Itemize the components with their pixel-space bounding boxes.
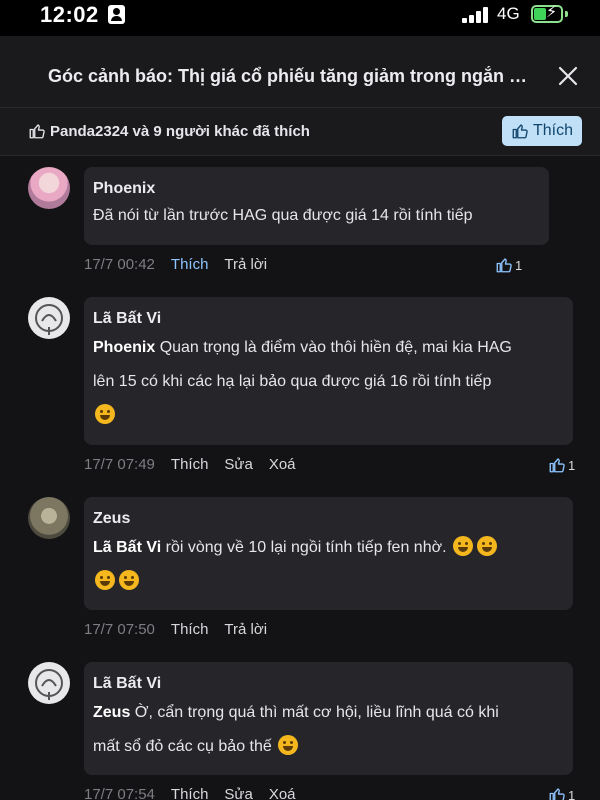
mention[interactable]: Zeus — [93, 704, 130, 721]
comment-author[interactable]: Zeus — [93, 509, 564, 529]
thumbs-up-icon — [29, 124, 45, 139]
delete-action[interactable]: Xoá — [269, 786, 296, 800]
comment-time: 17/7 07:49 — [84, 456, 155, 473]
like-action[interactable]: Thích — [171, 621, 209, 638]
comment-text: Phoenix Quan trọng là điểm vào thôi hiền… — [93, 331, 564, 433]
like-action[interactable]: Thích — [171, 456, 209, 473]
comment-text: Zeus Ờ, cẩn trọng quá thì mất cơ hội, li… — [93, 704, 499, 755]
like-count-value: 1 — [568, 457, 576, 473]
battery-cap — [565, 11, 568, 17]
comment-bubble: Zeus Lã Bất Vi rồi vòng về 10 lại ngồi t… — [84, 497, 573, 610]
comment-bubble: Phoenix Đã nói từ lần trước HAG qua được… — [84, 167, 549, 245]
signal-icon — [462, 7, 490, 23]
comment-time: 17/7 07:50 — [84, 621, 155, 638]
like-button-label: Thích — [532, 122, 573, 139]
comment-meta: 17/7 07:50 Thích Trả lời — [84, 621, 267, 638]
network-type: 4G — [497, 4, 520, 23]
like-count-value: 1 — [515, 257, 523, 273]
avatar[interactable] — [28, 297, 70, 339]
close-icon[interactable] — [556, 64, 580, 88]
comment-author[interactable]: Phoenix — [93, 179, 540, 199]
comment-like-count[interactable]: 1 — [548, 456, 575, 474]
comment-like-count[interactable]: 1 — [495, 256, 522, 274]
person-icon — [108, 5, 125, 24]
header: Góc cảnh báo: Thị giá cổ phiếu tăng giảm… — [0, 36, 600, 108]
like-count-value: 1 — [568, 787, 576, 800]
comment-text: Lã Bất Vi rồi vòng về 10 lại ngồi tính t… — [93, 531, 564, 599]
mention[interactable]: Phoenix — [93, 339, 155, 356]
emoji-icon — [95, 404, 115, 424]
avatar[interactable] — [28, 497, 70, 539]
comment-meta: 17/7 07:54 Thích Sửa Xoá — [84, 786, 296, 800]
comment-bubble: Lã Bất Vi Phoenix Quan trọng là điểm vào… — [84, 297, 573, 445]
comment-time: 17/7 00:42 — [84, 256, 155, 273]
status-time: 12:02 — [40, 2, 99, 27]
emoji-icon — [95, 570, 115, 590]
emoji-icon — [452, 536, 473, 556]
likes-bar: Panda2324 và 9 người khác đã thích Thích — [0, 108, 600, 156]
reply-action[interactable]: Trả lời — [224, 256, 267, 273]
like-action[interactable]: Thích — [171, 256, 209, 273]
comment-meta: 17/7 07:49 Thích Sửa Xoá — [84, 456, 296, 473]
comment-meta: 17/7 00:42 Thích Trả lời — [84, 256, 267, 273]
like-action[interactable]: Thích — [171, 786, 209, 800]
battery-charging-icon: ⚡ — [531, 4, 563, 23]
avatar[interactable] — [28, 662, 70, 704]
reply-action[interactable]: Trả lời — [224, 621, 267, 638]
comment-bubble: Lã Bất Vi Zeus Ờ, cẩn trọng quá thì mất … — [84, 662, 573, 775]
comment-text: Đã nói từ lần trước HAG qua được giá 14 … — [93, 207, 473, 224]
status-bar: 12:02 4G ⚡ — [0, 0, 600, 36]
delete-action[interactable]: Xoá — [269, 456, 296, 473]
thumbs-up-icon — [549, 458, 565, 473]
likes-summary: Panda2324 và 9 người khác đã thích — [28, 122, 310, 140]
thumbs-up-icon — [496, 258, 512, 273]
emoji-icon — [119, 570, 139, 590]
thumbs-up-icon — [512, 124, 528, 139]
comment-time: 17/7 07:54 — [84, 786, 155, 800]
thumbs-up-icon — [549, 788, 565, 800]
mention[interactable]: Lã Bất Vi — [93, 539, 161, 556]
like-button[interactable]: Thích — [502, 116, 582, 146]
edit-action[interactable]: Sửa — [224, 456, 252, 473]
page-title: Góc cảnh báo: Thị giá cổ phiếu tăng giảm… — [48, 66, 528, 86]
comment-author[interactable]: Lã Bất Vi — [93, 674, 564, 694]
emoji-icon — [278, 735, 299, 755]
edit-action[interactable]: Sửa — [224, 786, 252, 800]
emoji-icon — [476, 536, 497, 556]
likes-summary-text: Panda2324 và 9 người khác đã thích — [50, 122, 310, 140]
avatar[interactable] — [28, 167, 70, 209]
comment-author[interactable]: Lã Bất Vi — [93, 309, 564, 329]
comment-like-count[interactable]: 1 — [548, 786, 575, 800]
